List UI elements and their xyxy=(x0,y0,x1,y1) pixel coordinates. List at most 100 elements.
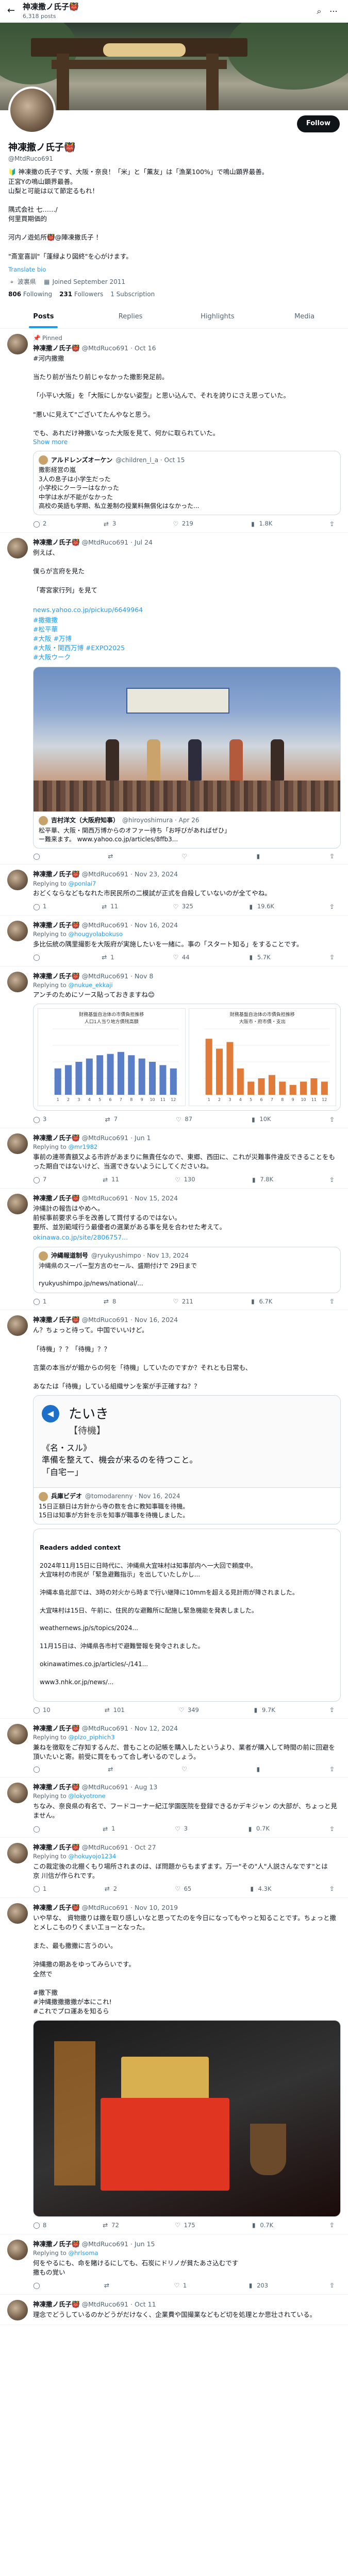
views-button[interactable]: ▮ 1.8K xyxy=(249,519,272,528)
share-button[interactable]: ⇪ xyxy=(328,1706,336,1715)
like-button[interactable]: ♡ xyxy=(181,853,188,860)
tweet[interactable]: 神凍撒ノ氏子👹 @MtdRuco691 · Jul 24 例えば、 僕らが言府を… xyxy=(0,533,348,865)
share-button[interactable]: ⇪ xyxy=(328,1297,336,1306)
reply-button[interactable]: ◯ xyxy=(33,2281,43,2290)
reply-button[interactable]: ◯ 10 xyxy=(33,1706,50,1715)
avatar[interactable] xyxy=(7,537,28,558)
quoted-tweet[interactable]: 兵庫ビデオ @tomodarenny · Nov 16, 2024 15日正額日は… xyxy=(34,1487,340,1524)
avatar[interactable] xyxy=(7,1133,28,1155)
avatar[interactable] xyxy=(7,971,28,992)
like-button[interactable]: ♡ 325 xyxy=(172,902,193,911)
share-button[interactable]: ⇪ xyxy=(328,853,336,860)
reply-button[interactable]: ◯ 3 xyxy=(33,1115,46,1124)
tweet-media[interactable]: 吉村洋文（大阪府知事） @hiroyoshimura · Apr 26 松平華、大… xyxy=(33,666,341,849)
back-arrow-icon[interactable]: ← xyxy=(7,4,23,18)
avatar[interactable] xyxy=(7,1724,28,1745)
tweet[interactable]: 神凍撒ノ氏子👹 @MtdRuco691 · Nov 15, 2024 沖縄計の報… xyxy=(0,1189,348,1311)
reply-button[interactable]: ◯ 7 xyxy=(33,1175,46,1184)
avatar[interactable] xyxy=(7,2239,28,2260)
like-button[interactable]: ♡ xyxy=(181,1766,188,1773)
tweet-media[interactable]: 財務基盤自治体の市債負担推移 人口1人当り地方債残高額 1 2 3 4 5 6 7 8 9 10 1… xyxy=(33,1004,341,1111)
retweet-button[interactable]: ⇄ 11 xyxy=(102,1175,119,1184)
tweet[interactable]: 神凍撒ノ氏子👹 @MtdRuco691 · Nov 8 Replying to … xyxy=(0,967,348,1129)
share-button[interactable]: ⇪ xyxy=(328,902,336,911)
views-button[interactable]: ▮ 19.6K xyxy=(247,902,274,911)
share-button[interactable]: ⇪ xyxy=(328,1175,336,1184)
tweet[interactable]: 神凍撒ノ氏子👹 @MtdRuco691 · Oct 11 理念でどうしているのか… xyxy=(0,2295,348,2325)
reply-button[interactable]: ◯ 1 xyxy=(33,1297,46,1306)
like-button[interactable]: ♡ 1 xyxy=(173,2281,187,2290)
search-icon[interactable]: ⌕ xyxy=(312,5,326,17)
tweet[interactable]: 神凍撒ノ氏子👹 @MtdRuco691 · Nov 10, 2019 いや早な、… xyxy=(0,1898,348,2234)
tweet[interactable]: 神凍撒ノ氏子👹 @MtdRuco691 · Nov 16, 2024 Reply… xyxy=(0,916,348,967)
avatar[interactable] xyxy=(7,334,28,355)
quoted-tweet[interactable]: 吉村洋文（大阪府知事） @hiroyoshimura · Apr 26 松平華、大… xyxy=(34,811,340,849)
share-button[interactable]: ⇪ xyxy=(328,1115,336,1124)
avatar[interactable] xyxy=(7,2299,28,2320)
retweet-button[interactable]: ⇄ 3 xyxy=(103,519,116,528)
like-button[interactable]: ♡ 87 xyxy=(175,1115,192,1124)
reply-button[interactable]: ◯ xyxy=(33,853,40,860)
retweet-button[interactable]: ⇄ 1 xyxy=(102,1824,115,1833)
share-button[interactable]: ⇪ xyxy=(328,1824,336,1833)
tweet-media[interactable] xyxy=(33,2020,341,2217)
views-button[interactable]: ▮ 7.8K xyxy=(250,1175,273,1184)
retweet-button[interactable]: ⇄ xyxy=(107,853,114,860)
like-button[interactable]: ♡ 211 xyxy=(172,1297,193,1306)
like-button[interactable]: ♡ 65 xyxy=(174,1885,191,1893)
reply-button[interactable]: ◯ 8 xyxy=(33,2221,46,2230)
avatar[interactable] xyxy=(7,920,28,941)
like-button[interactable]: ♡ 130 xyxy=(174,1175,195,1184)
like-button[interactable]: ♡ 175 xyxy=(174,2221,195,2230)
retweet-button[interactable]: ⇄ 8 xyxy=(103,1297,116,1306)
following-link[interactable]: 806 Following xyxy=(8,290,52,299)
reply-button[interactable]: ◯ 2 xyxy=(33,519,46,528)
retweet-button[interactable]: ⇄ 72 xyxy=(102,2221,119,2230)
views-button[interactable]: ▮ xyxy=(255,853,262,860)
dictionary-card[interactable]: ◀ たいき 【待機】 《名・スル》 準備を整えて、機会が来るのを待つこと。 「自… xyxy=(33,1395,341,1525)
like-button[interactable]: ♡ 349 xyxy=(178,1706,198,1715)
views-button[interactable]: ▮ xyxy=(255,1766,262,1773)
avatar[interactable] xyxy=(7,1315,28,1336)
share-button[interactable]: ⇪ xyxy=(328,953,336,962)
tab-media[interactable]: Media xyxy=(261,306,348,328)
views-button[interactable]: ▮ 5.7K xyxy=(247,953,271,962)
tweet[interactable]: 神凍撒ノ氏子👹 @MtdRuco691 · Jun 1 Replying to … xyxy=(0,1128,348,1189)
reply-button[interactable]: ◯ xyxy=(33,953,43,962)
reply-button[interactable]: ◯ 1 xyxy=(33,1885,46,1893)
subscription-link[interactable]: 1 Subscription xyxy=(110,290,155,299)
views-button[interactable]: ▮ 9.7K xyxy=(252,1706,275,1715)
share-button[interactable]: ⇪ xyxy=(328,1885,336,1893)
reply-button[interactable]: ◯ 1 xyxy=(33,902,46,911)
retweet-button[interactable]: ⇄ 11 xyxy=(101,902,118,911)
tweet-hashtags[interactable]: #撒撒撒 #松平華 #大阪 #万博 #大阪・関西万博 #EXPO2025 #大阪… xyxy=(33,616,341,663)
views-button[interactable]: ▮ 0.7K xyxy=(250,2221,273,2230)
avatar[interactable] xyxy=(8,87,56,134)
tweet[interactable]: 神凍撒ノ氏子👹 @MtdRuco691 · Jun 15 Replying to… xyxy=(0,2234,348,2295)
tweet[interactable]: 神凍撒ノ氏子👹 @MtdRuco691 · Nov 23, 2024 Reply… xyxy=(0,865,348,916)
share-button[interactable]: ⇪ xyxy=(328,1766,336,1773)
like-button[interactable]: ♡ 44 xyxy=(172,953,190,962)
tab-replies[interactable]: Replies xyxy=(87,306,174,328)
follow-button[interactable]: Follow xyxy=(296,115,340,132)
quoted-tweet[interactable]: 沖縄報道制号 @ryukyushimpo · Nov 13, 2024 沖縄県のス… xyxy=(33,1246,341,1293)
translate-bio-link[interactable]: Translate bio xyxy=(8,265,340,274)
share-button[interactable]: ⇪ xyxy=(328,2281,336,2290)
retweet-button[interactable]: ⇄ 7 xyxy=(104,1115,118,1124)
views-button[interactable]: ▮ 6.7K xyxy=(249,1297,272,1306)
tweet[interactable]: 神凍撒ノ氏子👹 @MtdRuco691 · Nov 16, 2024 ん？ちょっ… xyxy=(0,1310,348,1719)
reply-button[interactable]: ◯ xyxy=(33,1766,40,1773)
tab-highlights[interactable]: Highlights xyxy=(174,306,261,328)
avatar[interactable] xyxy=(7,870,28,891)
views-button[interactable]: ▮ 10K xyxy=(250,1115,271,1124)
share-button[interactable]: ⇪ xyxy=(328,519,336,528)
views-button[interactable]: ▮ 203 xyxy=(247,2281,268,2290)
retweet-button[interactable]: ⇄ xyxy=(107,1766,114,1773)
tweet[interactable]: 神凍撒ノ氏子👹 @MtdRuco691 · Nov 12, 2024 Reply… xyxy=(0,1719,348,1778)
reply-button[interactable]: ◯ xyxy=(33,1824,43,1833)
tweet[interactable]: 神凍撒ノ氏子👹 @MtdRuco691 · Oct 27 Replying to… xyxy=(0,1838,348,1898)
share-button[interactable]: ⇪ xyxy=(328,2221,336,2230)
avatar[interactable] xyxy=(7,1783,28,1804)
avatar[interactable] xyxy=(7,1193,28,1214)
like-button[interactable]: ♡ 219 xyxy=(172,519,193,528)
